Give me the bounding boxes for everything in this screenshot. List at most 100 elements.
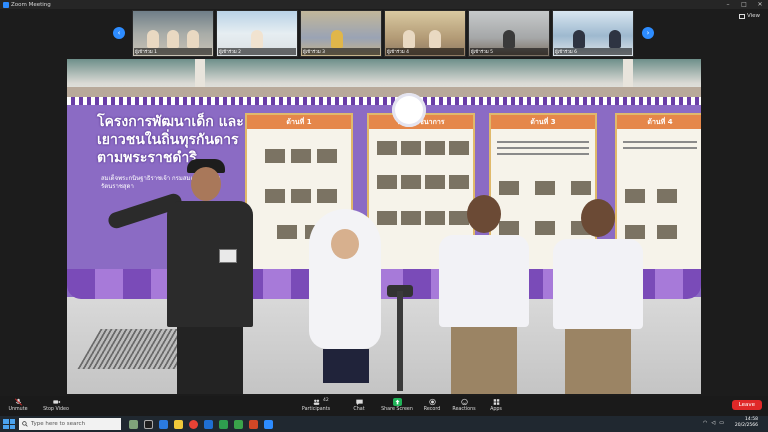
board-text-line xyxy=(497,153,589,155)
board-photo xyxy=(277,225,297,239)
search-icon xyxy=(22,421,28,427)
officer-torso xyxy=(167,201,253,327)
video-roof xyxy=(67,59,701,99)
banner-trim xyxy=(67,97,701,105)
board-photo xyxy=(425,141,445,155)
chat-bubble-icon xyxy=(355,399,363,406)
officer-legs xyxy=(177,327,243,394)
word-icon[interactable] xyxy=(204,419,213,429)
weather-widget-icon[interactable] xyxy=(129,419,138,429)
video-camera-icon xyxy=(52,400,60,404)
student-boy xyxy=(543,199,653,394)
maximize-button[interactable]: □ xyxy=(736,1,752,8)
file-explorer-icon[interactable] xyxy=(174,419,183,429)
window-titlebar: Zoom Meeting – □ ✕ xyxy=(0,0,768,9)
participant-name: ผู้เข้าร่วม 5 xyxy=(470,48,548,55)
girl-face xyxy=(331,229,359,259)
participant-name: ผู้เข้าร่วม 3 xyxy=(302,48,380,55)
search-placeholder: Type here to search xyxy=(31,421,86,427)
record-button[interactable]: Record xyxy=(416,398,448,412)
board-photo xyxy=(657,225,677,239)
minimize-button[interactable]: – xyxy=(720,1,736,8)
participant-thumbnail[interactable]: ผู้เข้าร่วม 4 xyxy=(384,10,466,57)
record-icon xyxy=(428,398,436,406)
task-view-icon[interactable] xyxy=(144,419,153,429)
board-photo xyxy=(535,181,555,195)
participant-name: ผู้เข้าร่วม 1 xyxy=(134,48,212,55)
board-header: ด้านที่ 1 xyxy=(247,115,351,129)
participant-thumbnail[interactable]: ผู้เข้าร่วม 5 xyxy=(468,10,550,57)
participant-figure xyxy=(429,30,441,48)
system-clock[interactable]: 14:58 20/2/2566 xyxy=(735,417,758,429)
people-icon xyxy=(313,399,319,405)
board-header: ด้านที่ 4 xyxy=(617,115,701,129)
stop-video-button[interactable]: Stop Video xyxy=(40,398,72,412)
view-button[interactable]: View xyxy=(738,13,760,19)
reactions-label: Reactions xyxy=(452,407,476,412)
unmute-label: Unmute xyxy=(8,407,28,412)
line-app-icon[interactable] xyxy=(219,419,228,429)
participant-count: 42 xyxy=(323,398,329,403)
boy-trousers xyxy=(451,327,517,394)
windows-start-button[interactable] xyxy=(3,419,15,429)
system-tray-icons: ◠ ◁ ▭ xyxy=(703,420,724,426)
apps-label: Apps xyxy=(490,407,502,412)
board-photo xyxy=(449,175,469,189)
officer-head xyxy=(191,167,221,201)
student-boy xyxy=(429,195,539,394)
board-photo xyxy=(657,189,677,203)
taskbar-search-box[interactable]: Type here to search xyxy=(19,418,121,430)
stop-video-label: Stop Video xyxy=(43,407,69,412)
participant-thumbnail[interactable]: ผู้เข้าร่วม 3 xyxy=(300,10,382,57)
leave-button[interactable]: Leave xyxy=(731,400,762,410)
edge-browser-icon[interactable] xyxy=(159,419,168,429)
girl-skirt xyxy=(323,349,369,383)
record-label: Record xyxy=(423,407,441,412)
board-photo xyxy=(401,211,421,225)
chat-label: Chat xyxy=(353,407,365,412)
name-badge xyxy=(219,249,237,263)
next-page-button[interactable]: › xyxy=(642,27,654,39)
excel-icon[interactable] xyxy=(234,419,243,429)
participant-name: ผู้เข้าร่วม 6 xyxy=(554,48,632,55)
microphone-muted-icon xyxy=(14,398,22,406)
apps-button[interactable]: Apps xyxy=(480,398,512,412)
smiley-icon xyxy=(460,398,468,406)
microphone-stand xyxy=(397,291,403,391)
participant-figure xyxy=(187,30,199,48)
participant-thumbnail[interactable]: ผู้เข้าร่วม 1 xyxy=(132,10,214,57)
share-screen-button[interactable]: Share Screen xyxy=(381,398,413,412)
participant-thumbnail[interactable]: ผู้เข้าร่วม 2 xyxy=(216,10,298,57)
board-photo xyxy=(291,149,311,163)
board-photo xyxy=(499,181,519,195)
reactions-button[interactable]: Reactions xyxy=(448,398,480,412)
share-screen-label: Share Screen xyxy=(381,407,413,412)
notification-icon[interactable]: ▭ xyxy=(719,420,724,426)
volume-icon[interactable]: ◁ xyxy=(711,420,715,426)
board-photo xyxy=(265,189,285,203)
video-beam xyxy=(67,87,701,97)
board-photo xyxy=(425,175,445,189)
board-photo xyxy=(401,175,421,189)
chrome-icon[interactable] xyxy=(189,419,198,429)
participant-thumbnail[interactable]: ผู้เข้าร่วม 6 xyxy=(552,10,634,57)
participant-figure xyxy=(573,30,585,48)
student-girl xyxy=(309,209,381,394)
unmute-button[interactable]: Unmute xyxy=(2,398,34,412)
powerpoint-icon[interactable] xyxy=(249,419,258,429)
active-speaker-video[interactable]: โครงการพัฒนาเด็ก และเยาวชนในถิ่นทุรกันดา… xyxy=(67,59,701,394)
participant-figure xyxy=(331,30,343,48)
board-photo xyxy=(401,141,421,155)
board-photo xyxy=(377,141,397,155)
network-icon[interactable]: ◠ xyxy=(703,420,707,426)
previous-page-button[interactable]: ‹ xyxy=(113,27,125,39)
share-screen-icon xyxy=(392,398,402,406)
window-title: Zoom Meeting xyxy=(11,1,51,8)
zoom-taskbar-icon[interactable] xyxy=(264,419,273,429)
grid-icon xyxy=(738,13,745,19)
participants-label: Participants xyxy=(301,407,331,412)
board-text-line xyxy=(623,141,697,143)
participant-figure xyxy=(147,30,159,48)
chat-button[interactable]: Chat xyxy=(343,398,375,412)
close-button[interactable]: ✕ xyxy=(752,1,768,8)
